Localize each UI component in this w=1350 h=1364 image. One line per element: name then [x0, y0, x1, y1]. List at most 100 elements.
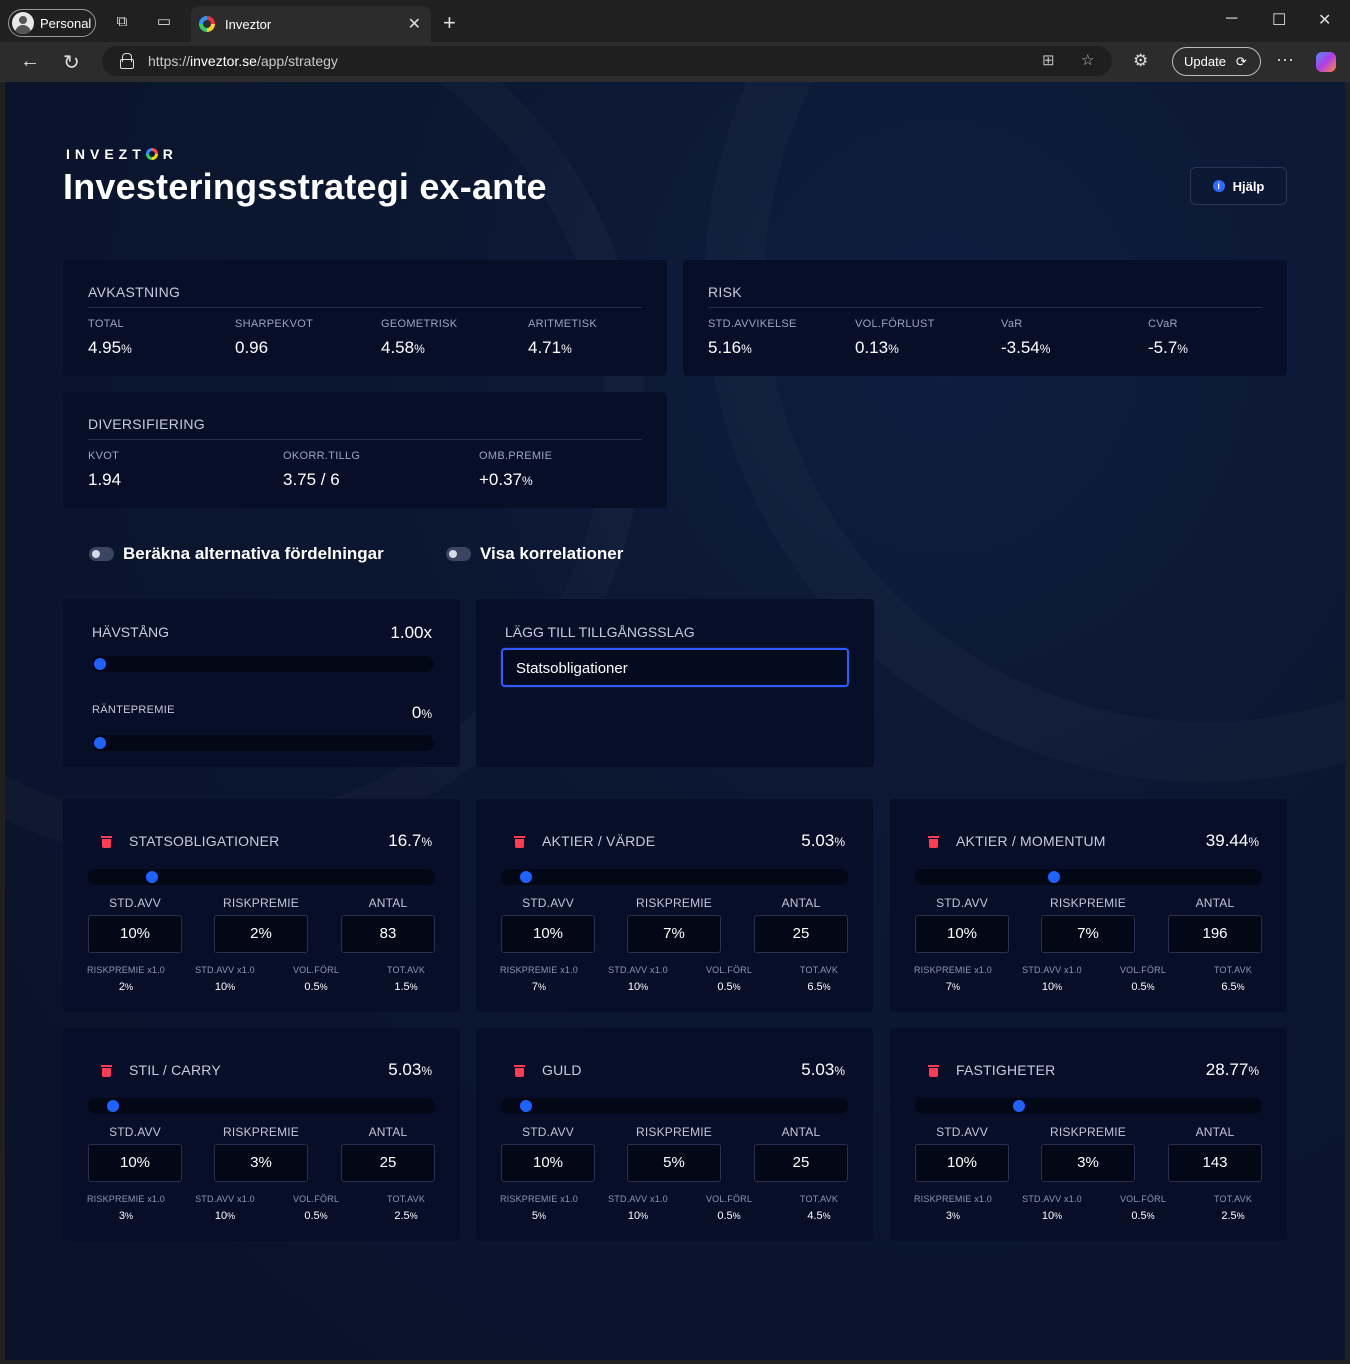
sub-label: RISKPREMIE x1.0: [913, 965, 993, 975]
help-button[interactable]: i Hjälp: [1190, 167, 1287, 205]
std-input[interactable]: 10%: [915, 1144, 1009, 1182]
slider-knob[interactable]: [1012, 1100, 1025, 1112]
slider-knob[interactable]: [519, 1100, 532, 1112]
asset-class-select[interactable]: Statsobligationer: [501, 648, 849, 687]
tab-title: Inveztor: [225, 16, 272, 32]
new-tab-icon[interactable]: +: [443, 10, 456, 36]
slider-knob[interactable]: [1048, 871, 1061, 883]
count-input[interactable]: 143: [1168, 1144, 1262, 1182]
metric-value: 4.71%: [528, 338, 572, 357]
toggle-switch[interactable]: [446, 547, 471, 561]
weight-slider[interactable]: [501, 1098, 848, 1114]
workspaces-icon[interactable]: ⧉: [112, 12, 132, 32]
count-input[interactable]: 196: [1168, 915, 1262, 953]
slider-knob[interactable]: [519, 871, 532, 883]
rate-premium-slider[interactable]: [92, 735, 434, 751]
toggle-alt-allocations[interactable]: Beräkna alternativa fördelningar: [89, 544, 384, 564]
delete-icon[interactable]: [928, 1065, 939, 1077]
slider-knob[interactable]: [94, 658, 106, 670]
sub-label: RISKPREMIE x1.0: [86, 965, 166, 975]
weight-slider[interactable]: [915, 869, 1262, 885]
update-label: Update: [1184, 54, 1226, 69]
tab-actions-icon[interactable]: ▭: [154, 12, 174, 32]
premium-input[interactable]: 7%: [627, 915, 721, 953]
extensions-icon[interactable]: ⚙: [1133, 51, 1148, 71]
toggle-correlations[interactable]: Visa korrelationer: [446, 544, 623, 564]
add-asset-label: LÄGG TILL TILLGÅNGSSLAG: [505, 624, 695, 640]
delete-icon[interactable]: [101, 1065, 112, 1077]
toggle-label: Visa korrelationer: [480, 544, 624, 563]
close-window-icon[interactable]: ✕: [1318, 10, 1331, 30]
leverage-card: HÄVSTÅNG 1.00x RÄNTEPREMIE 0%: [63, 599, 460, 767]
minimize-icon[interactable]: ─: [1226, 10, 1237, 28]
favorite-star-icon[interactable]: ☆: [1081, 51, 1094, 69]
profile-button[interactable]: Personal: [8, 9, 96, 37]
metric-cvar: CVaR -5.7%: [1148, 318, 1188, 358]
sub-value: 10%: [1041, 1210, 1063, 1222]
app-page: INVEZT R Investeringsstrategi ex-ante i H…: [5, 82, 1345, 1360]
sub-label: VOL.FÖRL: [292, 965, 340, 975]
metric-value: 4.95%: [88, 338, 132, 357]
sub-value: 10%: [214, 1210, 236, 1222]
std-input[interactable]: 10%: [501, 915, 595, 953]
asset-name: STIL / CARRY: [129, 1062, 221, 1078]
reload-icon[interactable]: ↻: [63, 50, 80, 75]
tab-inveztor[interactable]: Inveztor ✕: [191, 6, 431, 42]
page-title: Investeringsstrategi ex-ante: [63, 166, 547, 207]
update-button[interactable]: Update ⟳: [1172, 47, 1261, 76]
std-label: STD.AVV: [522, 896, 574, 910]
std-input[interactable]: 10%: [915, 915, 1009, 953]
delete-icon[interactable]: [514, 836, 525, 848]
weight-slider[interactable]: [88, 1098, 435, 1114]
tab-close-icon[interactable]: ✕: [408, 14, 421, 34]
copilot-icon[interactable]: [1316, 52, 1336, 72]
count-label: ANTAL: [368, 1125, 408, 1139]
back-icon[interactable]: ←: [20, 50, 40, 73]
sub-label: STD.AVV x1.0: [608, 965, 668, 975]
weight-slider[interactable]: [88, 869, 435, 885]
count-input[interactable]: 83: [341, 915, 435, 953]
count-input[interactable]: 25: [754, 1144, 848, 1182]
std-input[interactable]: 10%: [501, 1144, 595, 1182]
asset-name: AKTIER / MOMENTUM: [956, 833, 1106, 849]
diversification-card: DIVERSIFIERING KVOT 1.94 OKORR.TILLG 3.75 …: [63, 392, 667, 508]
metric-value: +0.37%: [479, 470, 533, 489]
slider-knob[interactable]: [106, 1100, 119, 1112]
weight-slider[interactable]: [501, 869, 848, 885]
returns-card: AVKASTNING TOTAL 4.95% SHARPEKVOT 0.96 GEO…: [63, 260, 667, 376]
toggle-switch[interactable]: [89, 547, 114, 561]
premium-input[interactable]: 5%: [627, 1144, 721, 1182]
sub-label: TOT.AVK: [386, 1194, 426, 1204]
premium-input[interactable]: 7%: [1041, 915, 1135, 953]
app-available-icon[interactable]: ⊞: [1042, 51, 1055, 69]
slider-knob[interactable]: [94, 737, 106, 749]
premium-input[interactable]: 3%: [1041, 1144, 1135, 1182]
sub-label: STD.AVV x1.0: [195, 965, 255, 975]
leverage-slider[interactable]: [92, 656, 434, 672]
sub-value: 0.5%: [1131, 1210, 1155, 1222]
count-input[interactable]: 25: [341, 1144, 435, 1182]
premium-input[interactable]: 3%: [214, 1144, 308, 1182]
slider-knob[interactable]: [145, 871, 158, 883]
delete-icon[interactable]: [514, 1065, 525, 1077]
delete-icon[interactable]: [101, 836, 112, 848]
url-field[interactable]: https://inveztor.se/app/strategy ⊞ ☆: [102, 46, 1112, 76]
more-menu-icon[interactable]: ···: [1276, 49, 1294, 70]
std-input[interactable]: 10%: [88, 1144, 182, 1182]
metric-rebalance-premium: OMB.PREMIE +0.37%: [479, 450, 552, 490]
help-label: Hjälp: [1232, 178, 1265, 194]
divider: [88, 307, 642, 308]
sub-value: 1.5%: [394, 981, 418, 993]
maximize-icon[interactable]: ☐: [1272, 10, 1286, 30]
delete-icon[interactable]: [928, 836, 939, 848]
asset-card-fastigheter: FASTIGHETER 28.77% STD.AVV RISKPREMIE ANTAL 1…: [890, 1028, 1287, 1241]
divider: [708, 307, 1262, 308]
sub-label: STD.AVV x1.0: [195, 1194, 255, 1204]
count-input[interactable]: 25: [754, 915, 848, 953]
sub-value: 0.5%: [304, 981, 328, 993]
logo-text-end: R: [162, 146, 178, 162]
weight-slider[interactable]: [915, 1098, 1262, 1114]
std-input[interactable]: 10%: [88, 915, 182, 953]
asset-name: STATSOBLIGATIONER: [129, 833, 280, 849]
premium-input[interactable]: 2%: [214, 915, 308, 953]
